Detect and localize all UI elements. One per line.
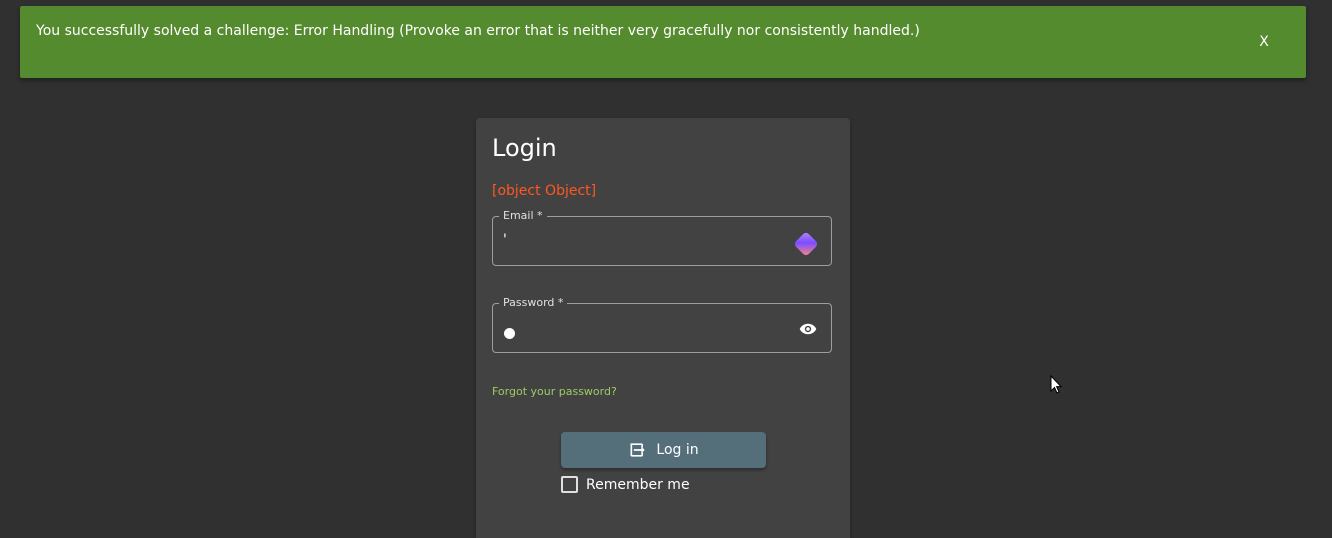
password-label: Password * bbox=[499, 296, 568, 310]
error-message: [object Object] bbox=[492, 183, 597, 199]
remember-me-checkbox[interactable] bbox=[561, 476, 578, 493]
email-field[interactable]: Email * ' bbox=[492, 209, 832, 266]
remember-me-label: Remember me bbox=[586, 476, 690, 493]
forgot-password-link[interactable]: Forgot your password? bbox=[492, 385, 617, 398]
password-field[interactable]: Password * bbox=[492, 296, 832, 353]
password-manager-icon[interactable] bbox=[793, 231, 819, 257]
password-input[interactable] bbox=[504, 328, 515, 339]
mouse-cursor-icon bbox=[1050, 375, 1062, 394]
remember-me[interactable]: Remember me bbox=[561, 476, 690, 493]
login-button-label: Log in bbox=[656, 442, 699, 458]
login-button[interactable]: Log in bbox=[561, 432, 766, 468]
login-card: Login [object Object] Email * ' Password… bbox=[476, 118, 850, 538]
page-title: Login bbox=[492, 134, 557, 162]
close-notification-button[interactable]: X bbox=[1252, 30, 1276, 54]
email-label: Email * bbox=[499, 209, 547, 223]
notification-message: You successfully solved a challenge: Err… bbox=[36, 23, 920, 39]
login-icon bbox=[630, 443, 646, 457]
email-input[interactable]: ' bbox=[503, 232, 507, 248]
eye-icon[interactable] bbox=[799, 323, 817, 335]
challenge-solved-notification: You successfully solved a challenge: Err… bbox=[20, 6, 1306, 78]
